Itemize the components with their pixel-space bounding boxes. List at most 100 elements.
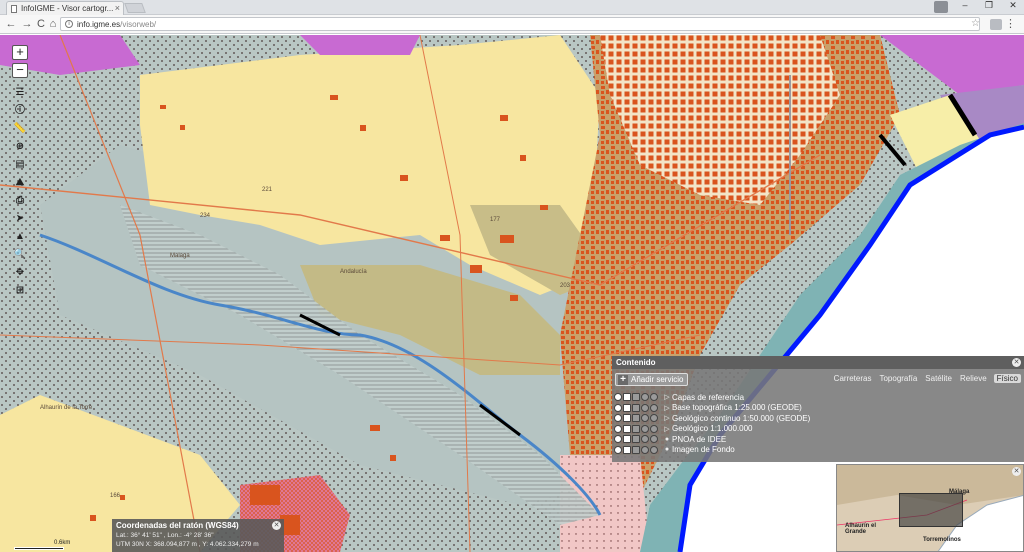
basemap-relieve[interactable]: Relieve [959,374,988,383]
print-icon[interactable]: ⎙ [12,194,28,209]
bookmark-star-icon[interactable]: ☆ [971,18,980,29]
minimap-label-malaga: Málaga [949,489,970,495]
layer-down-icon[interactable] [650,445,658,454]
layer-down-icon[interactable] [650,393,658,401]
plus-icon: + [618,375,628,385]
layer-row[interactable]: ● Imagen de Fondo [614,445,1022,455]
label-malaga: Malaga [170,253,190,259]
back-button[interactable]: ← [4,18,18,30]
extension-icon[interactable] [990,19,1002,30]
layer-checkbox[interactable] [623,393,631,401]
contenido-panel: Contenido ✕ + Añadir servicio Carreteras… [612,356,1024,462]
info-tool-icon[interactable]: ⓘ [12,104,28,119]
user-profile-icon[interactable] [934,1,948,13]
zoom-search-icon[interactable]: 🔍 [12,248,28,263]
minimap-viewport[interactable] [899,493,963,527]
layer-opacity-icon[interactable] [632,424,640,433]
layer-checkbox[interactable] [623,435,631,443]
expand-caret-icon[interactable]: ▷ [662,393,672,401]
url-path: /visorweb/ [120,20,157,29]
layer-down-icon[interactable] [650,424,658,433]
layer-down-icon[interactable] [650,414,658,422]
mouse-coordinates-panel: Coordenadas del ratón (WGS84) ✕ Lat.: 36… [112,519,284,552]
window-close-icon[interactable]: ✕ [1006,0,1020,11]
home-button[interactable]: ⌂ [46,18,60,30]
layer-row[interactable]: ▷ Capas de referencia [614,392,1022,402]
layer-down-icon[interactable] [650,403,658,412]
zoom-in-button[interactable]: + [12,45,28,60]
layer-down-icon[interactable] [650,435,658,443]
north-arrow-icon[interactable]: ▲ [12,230,28,245]
browser-tab-strip: InfoIGME - Visor cartogr... × – ❐ ✕ [0,0,1024,15]
contenido-close-icon[interactable]: ✕ [1012,358,1021,367]
legend-icon[interactable]: ▤ [12,158,28,173]
ruler-icon[interactable]: 📏 [12,122,28,137]
label-alhaurin: Alhaurín de la Torre [40,405,93,411]
layer-checkbox[interactable] [623,445,631,454]
page-icon [11,5,17,13]
layer-up-icon[interactable] [641,424,649,433]
layer-visibility-toggle[interactable] [614,403,622,412]
info-icon[interactable]: i [65,20,73,28]
minimize-icon[interactable]: – [958,0,972,11]
profile-chart-icon[interactable]: ⛰ [12,176,28,191]
coords-title: Coordenadas del ratón (WGS84) [116,521,239,530]
layer-visibility-toggle[interactable] [614,435,622,443]
basemap-carreteras[interactable]: Carreteras [833,374,873,383]
layer-opacity-icon[interactable] [632,414,640,422]
restore-icon[interactable]: ❐ [982,0,996,11]
coords-utm: UTM 30N X: 368.094,877 m , Y: 4.062.334,… [116,541,259,548]
pan-icon[interactable]: ✥ [12,266,28,281]
browser-tab[interactable]: InfoIGME - Visor cartogr... × [6,1,124,15]
expand-caret-icon[interactable]: ▷ [662,414,672,422]
layer-row[interactable]: ▷ Geológico 1:1.000.000 [614,424,1022,434]
zoom-out-button[interactable]: − [12,63,28,78]
layer-up-icon[interactable] [641,393,649,401]
basemap-topografia[interactable]: Topografía [878,374,918,383]
layer-checkbox[interactable] [623,414,631,422]
forward-button[interactable]: → [20,18,34,30]
layer-up-icon[interactable] [641,445,649,454]
new-tab-button[interactable] [124,3,146,13]
layer-checkbox[interactable] [623,403,631,412]
add-service-button[interactable]: + Añadir servicio [615,373,689,386]
label-andalucia: Andalucía [340,269,367,275]
layer-name: Capas de referencia [672,392,745,402]
add-service-label: Añadir servicio [631,375,684,384]
layer-name: Geológico 1:1.000.000 [672,424,753,433]
overview-minimap[interactable]: ✕ Málaga Alhaurín el Grande Torremolinos [836,464,1024,552]
minimap-label-torremolinos: Torremolinos [923,537,961,543]
layer-visibility-toggle[interactable] [614,424,622,433]
expand-caret-icon[interactable]: ▷ [662,425,672,433]
layer-opacity-icon[interactable] [632,435,640,443]
basemap-fisico[interactable]: Físico [993,374,1021,383]
grid-icon[interactable]: ⊞ [12,284,28,299]
layer-opacity-icon[interactable] [632,393,640,401]
address-bar[interactable]: i info.igme.es/visorweb/ [60,17,980,31]
layer-up-icon[interactable] [641,414,649,422]
layer-row[interactable]: ● PNOA de IDEE [614,434,1022,444]
coords-close-icon[interactable]: ✕ [272,521,281,530]
coords-latlon: Lat.: 36° 41' 51" , Lon.: -4° 28' 36" [116,532,214,539]
layer-up-icon[interactable] [641,435,649,443]
layer-opacity-icon[interactable] [632,445,640,454]
layers-icon[interactable]: ☰ [12,86,28,101]
locate-icon[interactable]: ⊕ [12,140,28,155]
layer-visibility-toggle[interactable] [614,393,622,401]
minimap-close-icon[interactable]: ✕ [1012,467,1021,476]
layer-visibility-toggle[interactable] [614,414,622,422]
basemap-satelite[interactable]: Satélite [924,374,953,383]
menu-kebab-icon[interactable]: ⋮ [1005,17,1016,30]
layer-row[interactable]: ▷ Geológico continuo 1:50.000 (GEODE) [614,413,1022,423]
tab-close-icon[interactable]: × [115,3,120,13]
select-arrow-icon[interactable]: ➤ [12,212,28,227]
layer-up-icon[interactable] [641,403,649,412]
url-host: info.igme.es [77,20,121,29]
expand-caret-icon[interactable]: ▷ [662,404,672,412]
label-177: 177 [490,217,501,223]
scale-label: 0.6km [54,540,71,546]
layer-visibility-toggle[interactable] [614,445,622,454]
layer-opacity-icon[interactable] [632,403,640,412]
layer-checkbox[interactable] [623,424,631,433]
layer-row[interactable]: ▷ Base topográfica 1:25.000 (GEODE) [614,403,1022,413]
